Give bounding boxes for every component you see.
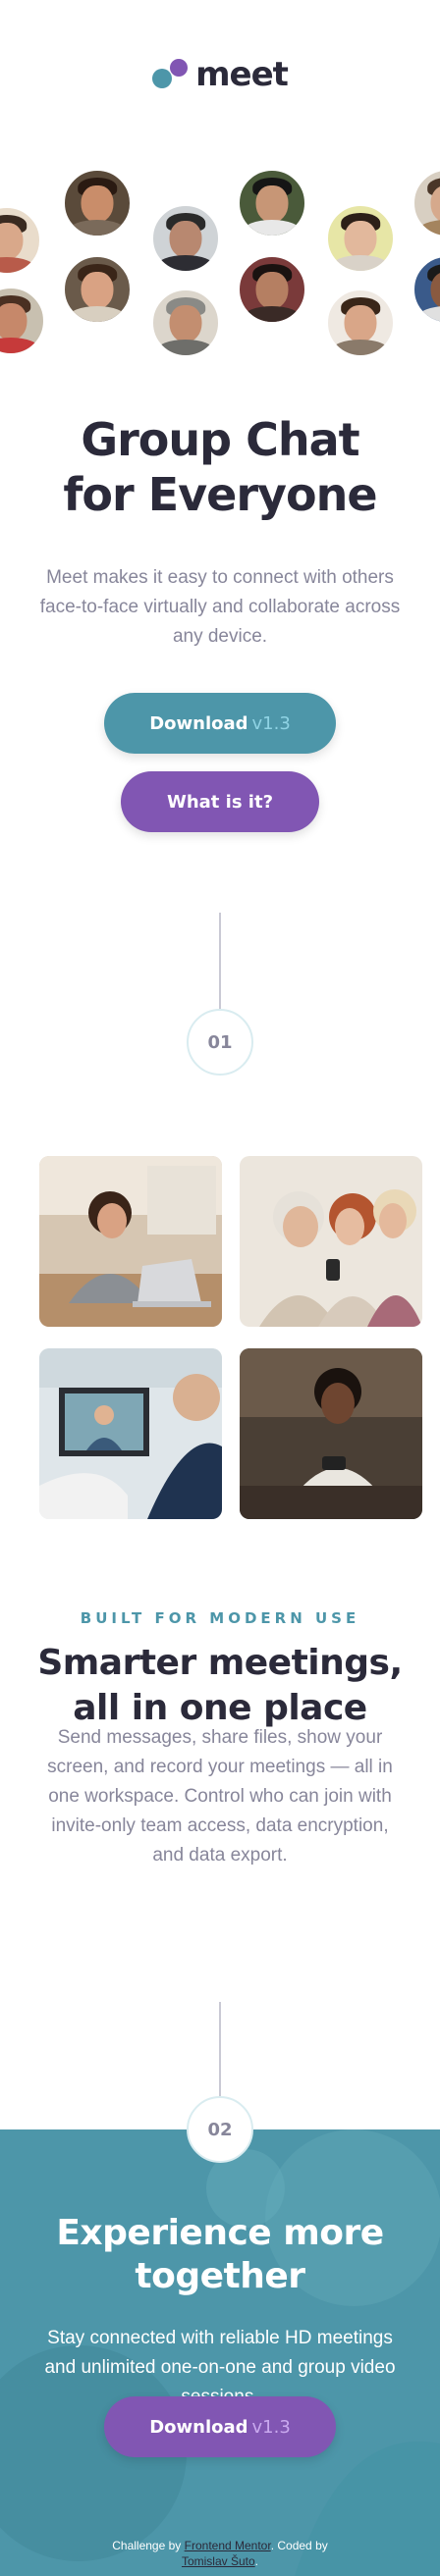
hero-description: Meet makes it easy to connect with other… — [39, 567, 401, 647]
author-link[interactable]: Tomislav Šuto — [182, 2554, 255, 2568]
cta-download-button[interactable]: Download v1.3 — [104, 2396, 336, 2457]
cta-title-line2: together — [135, 2256, 305, 2296]
download-button-label: Download — [149, 712, 248, 734]
download-version: v1.3 — [251, 712, 291, 734]
avatar — [326, 204, 395, 273]
avatar — [412, 169, 440, 237]
step-number-badge: 02 — [187, 2096, 253, 2163]
meet-logo[interactable]: meet — [152, 55, 289, 94]
header: meet — [0, 55, 440, 94]
divider-line — [219, 2002, 221, 2102]
features-title-line1: Smarter meetings, — [37, 1643, 403, 1683]
photo-women-phone — [240, 1156, 422, 1327]
avatar — [238, 169, 306, 237]
hero-title-line1: Group Chat — [81, 413, 359, 466]
features-title-line2: all in one place — [73, 1688, 367, 1728]
step-number: 02 — [207, 2119, 233, 2140]
hero-title-line2: for Everyone — [63, 468, 377, 521]
what-is-it-label: What is it? — [166, 791, 274, 813]
cta-title: Experience more together — [0, 2212, 440, 2298]
photo-video-call — [39, 1348, 222, 1519]
photo-woman-laptop — [39, 1156, 222, 1327]
what-is-it-button[interactable]: What is it? — [121, 771, 319, 832]
avatar — [0, 287, 45, 355]
attribution-suffix: . — [254, 2554, 259, 2568]
avatar — [238, 255, 306, 324]
cta-title-line1: Experience more — [56, 2213, 384, 2253]
hero-title: Group Chat for Everyone — [0, 412, 440, 522]
download-button[interactable]: Download v1.3 — [104, 693, 336, 754]
cta-download-label: Download — [149, 2416, 248, 2438]
attribution: Challenge by Frontend Mentor. Coded by T… — [98, 2538, 342, 2569]
logo-mark-icon — [152, 55, 189, 94]
avatar — [63, 255, 132, 324]
photo-man-phone — [240, 1348, 422, 1519]
logo-text: meet — [195, 55, 289, 94]
step-number: 01 — [207, 1031, 233, 1053]
hero-avatar-collage — [0, 157, 440, 373]
cta-section: Experience more together Stay connected … — [0, 2129, 440, 2576]
step-number-badge: 01 — [187, 1009, 253, 1076]
divider-line — [219, 913, 221, 1015]
cta-download-version: v1.3 — [251, 2416, 291, 2438]
attribution-middle: . Coded by — [270, 2539, 328, 2552]
avatar — [151, 289, 220, 357]
avatar — [63, 169, 132, 237]
features-description: Send messages, share files, show your sc… — [47, 1727, 393, 1866]
features-eyebrow: BUILT FOR MODERN USE — [80, 1609, 360, 1627]
avatar — [326, 289, 395, 357]
frontend-mentor-link[interactable]: Frontend Mentor — [185, 2539, 271, 2552]
features-title: Smarter meetings, all in one place — [0, 1641, 440, 1731]
avatar — [0, 206, 41, 275]
avatar — [412, 255, 440, 324]
avatar — [151, 204, 220, 273]
attribution-prefix: Challenge by — [112, 2539, 182, 2552]
